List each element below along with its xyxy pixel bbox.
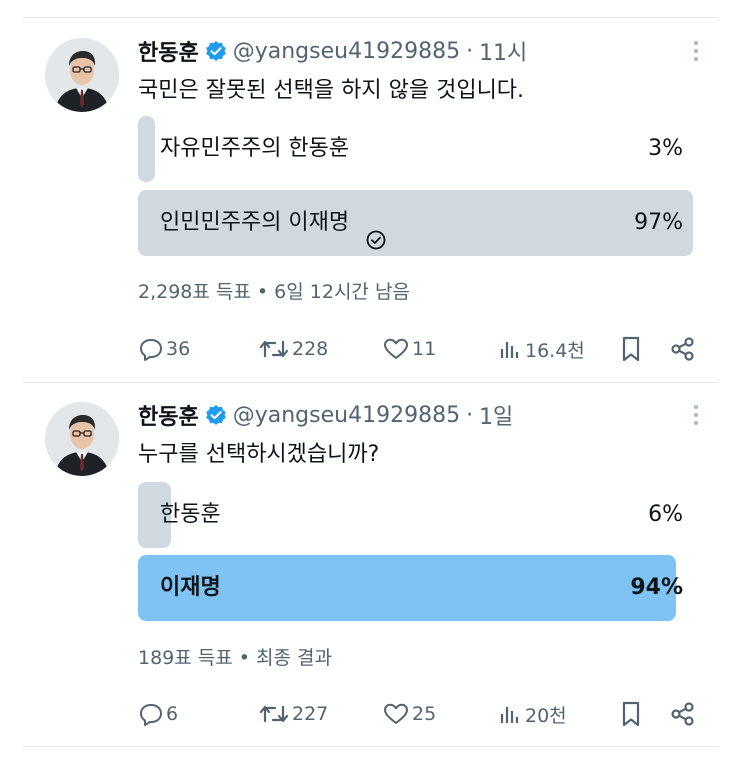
views-icon <box>500 707 519 723</box>
poll-option-percent: 97% <box>634 210 683 235</box>
poll-option-label: 한동훈 <box>160 502 221 527</box>
poll-option-1[interactable]: 자유민주주의 한동훈 3% <box>138 116 693 182</box>
like-button[interactable]: 11 <box>382 334 436 364</box>
poll-meta: 189표 득표 • 최종 결과 <box>138 647 332 669</box>
poll-option-percent: 94% <box>630 575 683 600</box>
views-count: 16.4천 <box>525 339 585 362</box>
heart-icon <box>384 703 408 724</box>
poll-option-label: 이재명 <box>160 575 221 600</box>
tweet-header: 한동훈 @yangseu41929885 · 11시 <box>138 35 527 67</box>
share-icon <box>671 702 694 726</box>
verified-badge-icon <box>205 40 227 62</box>
views-icon <box>500 342 519 358</box>
bottom-divider <box>22 746 719 747</box>
poll-option-label: 인민민주주의 이재명 <box>160 210 350 235</box>
separator-dot: · <box>466 402 474 428</box>
reply-button[interactable]: 36 <box>138 334 190 364</box>
tweet-time[interactable]: 1일 <box>479 399 513 431</box>
bookmark-icon <box>622 336 640 362</box>
avatar[interactable] <box>45 38 119 112</box>
reply-icon <box>140 339 162 361</box>
poll-option-label: 자유민주주의 한동훈 <box>160 136 350 161</box>
tweet-time[interactable]: 11시 <box>479 35 527 67</box>
author-handle[interactable]: @yangseu41929885 <box>233 403 460 428</box>
heart-icon <box>384 338 408 359</box>
poll-option-percent: 3% <box>648 136 683 161</box>
bookmark-icon <box>622 701 640 727</box>
share-button[interactable] <box>669 699 699 729</box>
views-button[interactable]: 16.4천 <box>497 334 585 364</box>
poll-bar <box>138 116 155 182</box>
reply-icon <box>140 704 162 726</box>
retweet-count: 227 <box>292 703 329 725</box>
reply-count: 36 <box>166 338 191 360</box>
poll-option-label-wrap: 인민민주주의 이재명 <box>160 190 387 256</box>
like-count: 11 <box>412 338 437 360</box>
poll-option-1[interactable]: 한동훈 6% <box>138 482 693 548</box>
separator-dot: · <box>466 38 474 64</box>
tweet-text: 누구를 선택하시겠습니까? <box>138 442 380 467</box>
verified-badge-icon <box>205 404 227 426</box>
more-icon[interactable] <box>684 38 708 64</box>
top-divider <box>22 17 719 18</box>
views-button[interactable]: 20천 <box>497 699 567 729</box>
more-icon[interactable] <box>684 402 708 428</box>
retweet-count: 228 <box>292 338 329 360</box>
reply-count: 6 <box>166 703 179 725</box>
retweet-icon <box>259 705 289 723</box>
bookmark-button[interactable] <box>619 699 645 729</box>
tweet-actions: 6 227 25 20천 <box>0 699 749 729</box>
check-circle-icon <box>365 212 387 250</box>
like-button[interactable]: 25 <box>382 699 436 729</box>
poll-option-2[interactable]: 인민민주주의 이재명 97% <box>138 190 693 256</box>
share-icon <box>671 337 694 361</box>
like-count: 25 <box>412 703 437 725</box>
reply-button[interactable]: 6 <box>138 699 178 729</box>
poll-option-percent: 6% <box>648 502 683 527</box>
author-name[interactable]: 한동훈 <box>138 35 199 67</box>
avatar[interactable] <box>45 402 119 476</box>
tweet-text: 국민은 잘못된 선택을 하지 않을 것입니다. <box>138 78 525 103</box>
share-button[interactable] <box>669 334 699 364</box>
bookmark-button[interactable] <box>619 334 645 364</box>
views-count: 20천 <box>525 704 567 727</box>
tweet-header: 한동훈 @yangseu41929885 · 1일 <box>138 399 513 431</box>
retweet-button[interactable]: 228 <box>258 334 328 364</box>
tweet-divider <box>22 382 719 383</box>
author-handle[interactable]: @yangseu41929885 <box>233 39 460 64</box>
poll-option-2[interactable]: 이재명 94% <box>138 555 693 621</box>
poll-meta: 2,298표 득표 • 6일 12시간 남음 <box>138 281 410 303</box>
retweet-button[interactable]: 227 <box>258 699 328 729</box>
tweet-actions: 36 228 11 16.4천 <box>0 334 749 364</box>
retweet-icon <box>259 340 289 358</box>
author-name[interactable]: 한동훈 <box>138 399 199 431</box>
